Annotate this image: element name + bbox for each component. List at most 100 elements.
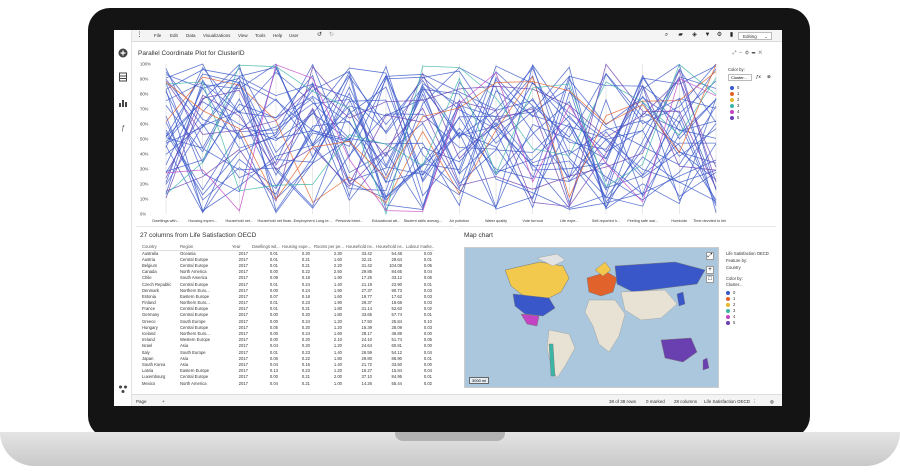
- axis-label[interactable]: Self-reported h...: [592, 219, 620, 223]
- expand-icon[interactable]: ⤢: [706, 252, 714, 260]
- series-line[interactable]: [165, 70, 717, 210]
- table-header-cell[interactable]: Dwellings wit...: [250, 243, 280, 251]
- axis-label[interactable]: Household net finan...: [258, 219, 295, 223]
- y-tick-label: 90%: [140, 77, 149, 82]
- settings-icon[interactable]: ⚙: [716, 32, 723, 39]
- map-legend-item[interactable]: 1: [726, 296, 735, 301]
- y-tick-label: 40%: [140, 152, 149, 157]
- expand-icon[interactable]: ⤢: [732, 50, 736, 56]
- layers-icon[interactable]: ◈: [691, 32, 698, 39]
- list-icon[interactable]: ☰: [752, 50, 756, 56]
- undo-icon[interactable]: [147, 32, 154, 39]
- menu-data[interactable]: Data: [186, 33, 196, 38]
- axis-label[interactable]: Homicide: [671, 219, 687, 223]
- rows-count: 38 of 38 rows: [609, 399, 637, 404]
- table-row[interactable]: Mexico North America 2017 0.04 0.21 1.00 14.26…: [140, 380, 434, 386]
- axis-label[interactable]: Feeling safe wal...: [627, 219, 658, 223]
- marked-count: 0 marked: [646, 399, 665, 404]
- data-table-icon[interactable]: [118, 72, 128, 82]
- y-tick-label: 0%: [140, 212, 146, 217]
- function-icon[interactable]: ƒ: [118, 124, 128, 134]
- zoom-in-icon[interactable]: +: [706, 266, 714, 274]
- filter-icon[interactable]: ▼: [704, 32, 711, 39]
- map-legend-item[interactable]: 4: [726, 314, 735, 319]
- add-icon[interactable]: [118, 48, 128, 58]
- menu-edit[interactable]: Edit: [170, 33, 178, 38]
- world-map[interactable]: ⤢ + □ 3000 mi: [464, 247, 719, 388]
- axis-label[interactable]: Personal earni...: [336, 219, 364, 223]
- parallel-legend-item[interactable]: 0: [730, 85, 739, 90]
- laptop-notch: [395, 432, 505, 441]
- minimize-icon[interactable]: –: [739, 50, 742, 56]
- axis-label[interactable]: Dwellings with...: [152, 219, 179, 223]
- page-tab[interactable]: Page: [136, 399, 147, 404]
- cluster-icon[interactable]: [118, 384, 128, 394]
- settings-icon[interactable]: ⚙: [745, 50, 749, 56]
- table-header-cell[interactable]: Country: [140, 243, 178, 251]
- bookmark-ribbon-icon[interactable]: ▮: [728, 32, 735, 39]
- menu-file[interactable]: File: [154, 33, 161, 38]
- bookmark-icon[interactable]: ▰: [677, 32, 684, 39]
- visualizations-icon[interactable]: [118, 98, 128, 108]
- parallel-legend-item[interactable]: 1: [730, 91, 739, 96]
- table-title: 27 columns from Life Satisfaction OECD: [140, 232, 257, 239]
- menu-user[interactable]: User: [289, 33, 299, 38]
- axis-label[interactable]: Time devoted to leisure a...: [693, 219, 726, 223]
- series-line[interactable]: [165, 65, 717, 210]
- y-tick-label: 100%: [140, 62, 151, 67]
- more-vertical-icon[interactable]: ⋮: [136, 32, 143, 39]
- legend-label: 1: [733, 296, 736, 301]
- table-panel: 27 columns from Life Satisfaction OECD C…: [136, 226, 454, 394]
- axis-label[interactable]: Educational att...: [372, 219, 400, 223]
- map-legend-item[interactable]: 5: [726, 320, 735, 325]
- axis-label[interactable]: Student skills averag...: [404, 219, 442, 223]
- search-icon[interactable]: ⌕: [663, 32, 670, 39]
- parallel-legend-item[interactable]: 2: [730, 97, 739, 102]
- table-header-cell[interactable]: Labour marke...: [404, 243, 434, 251]
- menu-visualizations[interactable]: Visualizations: [203, 33, 230, 38]
- axis-label[interactable]: Life expe...: [560, 219, 579, 223]
- table-header-cell[interactable]: Region: [178, 243, 230, 251]
- add-page-button[interactable]: +: [162, 399, 165, 404]
- map-legend-item[interactable]: 3: [726, 308, 735, 313]
- table-header-cell[interactable]: Household ne...: [344, 243, 374, 251]
- axis-label[interactable]: Household net...: [226, 219, 254, 223]
- parallel-legend-item[interactable]: 4: [730, 109, 739, 114]
- legend-label: 1: [737, 91, 740, 96]
- select-icon[interactable]: □: [706, 275, 714, 283]
- left-toolbar: ƒ: [114, 30, 132, 406]
- undo-arrow-icon[interactable]: ↺: [316, 32, 323, 39]
- editing-dropdown[interactable]: Editing ⌄: [738, 32, 772, 40]
- menu-tools[interactable]: Tools: [255, 33, 266, 38]
- more-icon[interactable]: ⋮: [752, 399, 757, 405]
- axis-label[interactable]: Vote turnout: [522, 219, 543, 223]
- function-icon[interactable]: ƒx: [756, 74, 761, 79]
- table-header-cell[interactable]: Year: [230, 243, 250, 251]
- legend-label: 3: [733, 308, 736, 313]
- map-color-by-value[interactable]: Cluster...: [726, 282, 743, 287]
- parallel-legend-item[interactable]: 3: [730, 103, 739, 108]
- axis-label[interactable]: Water quality: [485, 219, 507, 223]
- axis-label[interactable]: Employment Long-te...: [294, 219, 332, 223]
- table-header-cell[interactable]: Rooms per pe...: [312, 243, 344, 251]
- data-source[interactable]: Life Satisfaction OECD: [704, 399, 750, 404]
- map-legend-item[interactable]: 0: [726, 290, 735, 295]
- map-legend-item[interactable]: 2: [726, 302, 735, 307]
- axis-label[interactable]: Housing expen...: [188, 219, 217, 223]
- y-tick-label: 10%: [140, 197, 149, 202]
- close-icon[interactable]: ✕: [758, 50, 762, 56]
- menu-view[interactable]: View: [238, 33, 248, 38]
- table-header-cell[interactable]: Household ne...: [374, 243, 404, 251]
- app-screen: ƒ ⋮ File Edit Data Visualizations View T…: [114, 30, 782, 406]
- close-circle-icon[interactable]: ⊗: [767, 74, 771, 80]
- parallel-legend-item[interactable]: 5: [730, 115, 739, 120]
- table-header-cell[interactable]: Housing expe...: [280, 243, 312, 251]
- redo-arrow-icon[interactable]: ↻: [328, 32, 335, 39]
- menu-help[interactable]: Help: [273, 33, 282, 38]
- globe-icon[interactable]: ◍: [770, 399, 774, 405]
- feature-by-label: Feature by:: [726, 258, 748, 263]
- axis-label[interactable]: Air pollution: [449, 219, 469, 223]
- color-by-dropdown[interactable]: Cluster...: [728, 74, 752, 81]
- panel-controls: ⤢ – ⚙ ☰ ✕: [732, 50, 762, 56]
- feature-by-value[interactable]: Country: [726, 265, 741, 270]
